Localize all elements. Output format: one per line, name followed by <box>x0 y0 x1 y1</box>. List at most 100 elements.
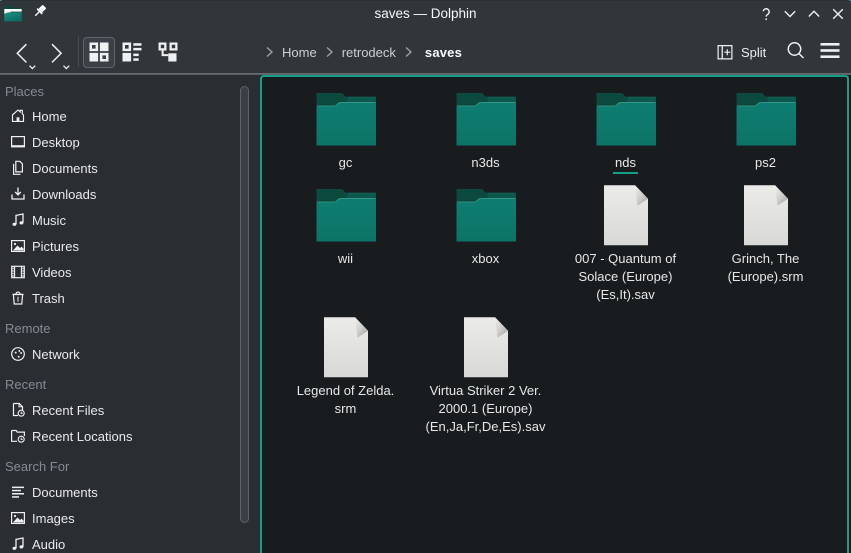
item-label: 007 - Quantum ofSolace (Europe)(Es,It).s… <box>556 250 696 304</box>
item-label-line: (En,Ja,Fr,De,Es).sav <box>416 418 556 436</box>
titlebar: saves — Dolphin <box>0 0 851 28</box>
item-label-line: gc <box>276 154 416 172</box>
documents-icon <box>10 160 26 176</box>
window-title: saves — Dolphin <box>0 0 851 28</box>
item-label-line: Virtua Striker 2 Ver. <box>416 382 556 400</box>
toolbar: Home retrodeck saves Split <box>0 28 851 73</box>
item-label: Legend of Zelda.srm <box>276 382 416 418</box>
split-button[interactable]: Split <box>717 39 766 65</box>
breadcrumb-chevron-icon <box>262 46 277 58</box>
home-icon <box>10 108 26 124</box>
folder-icon <box>734 89 798 153</box>
item-label: ps2 <box>696 154 836 172</box>
sidebar-item-label: Network <box>32 347 80 362</box>
search-button[interactable] <box>785 40 807 62</box>
search-images-icon <box>10 510 26 526</box>
trash-icon <box>10 290 26 306</box>
hamburger-menu-button[interactable] <box>820 41 840 60</box>
sidebar-section-places: Places <box>0 78 236 104</box>
sidebar-item-trash[interactable]: Trash <box>0 285 236 311</box>
tree-view-button[interactable] <box>152 37 184 68</box>
split-icon <box>717 44 733 60</box>
folder-icon <box>454 185 518 249</box>
item-label: gc <box>276 154 416 172</box>
sidebar-item-documents[interactable]: Documents <box>0 479 236 505</box>
item-label-line: ps2 <box>696 154 836 172</box>
breadcrumb: Home retrodeck saves <box>262 39 467 65</box>
sidebar-item-network[interactable]: Network <box>0 341 236 367</box>
item-label: nds <box>556 154 696 172</box>
item-label-line: Grinch, The <box>696 250 836 268</box>
sidebar-section-recent: Recent <box>0 371 236 397</box>
breadcrumb-home[interactable]: Home <box>277 45 322 60</box>
item-label-line: srm <box>276 400 416 418</box>
item-label-line: (Es,It).sav <box>556 286 696 304</box>
sidebar-item-label: Images <box>32 511 75 526</box>
sidebar-item-home[interactable]: Home <box>0 103 236 129</box>
item-label: Virtua Striker 2 Ver.2000.1 (Europe)(En,… <box>416 382 556 436</box>
folder-icon <box>594 89 658 153</box>
minimize-button[interactable] <box>782 6 798 22</box>
close-button[interactable] <box>830 6 846 22</box>
item-label-line: xbox <box>416 250 556 268</box>
item-label-line: 007 - Quantum of <box>556 250 696 268</box>
sidebar-item-downloads[interactable]: Downloads <box>0 181 236 207</box>
maximize-button[interactable] <box>806 6 822 22</box>
sidebar-section-search-for: Search For <box>0 453 236 479</box>
item-label: n3ds <box>416 154 556 172</box>
sidebar-item-label: Recent Files <box>32 403 104 418</box>
network-icon <box>10 346 26 362</box>
file-icon <box>734 185 798 249</box>
dolphin-window: saves — Dolphin <box>0 0 851 553</box>
toolbar-separator <box>78 36 79 67</box>
help-button[interactable] <box>758 6 774 22</box>
sidebar-item-label: Documents <box>32 485 98 500</box>
sidebar-item-label: Desktop <box>32 135 80 150</box>
recent-files-icon <box>10 402 26 418</box>
sidebar-item-recent-files[interactable]: Recent Files <box>0 397 236 423</box>
current-item-underline <box>613 172 638 174</box>
sidebar-item-recent-locations[interactable]: Recent Locations <box>0 423 236 449</box>
sidebar-item-videos[interactable]: Videos <box>0 259 236 285</box>
icons-view-icon <box>89 42 109 62</box>
sidebar-item-audio[interactable]: Audio <box>0 531 236 553</box>
item-label-line: (Europe).srm <box>696 268 836 286</box>
breadcrumb-chevron-icon <box>322 46 337 58</box>
sidebar-item-label: Home <box>32 109 67 124</box>
details-view-button[interactable] <box>116 37 148 68</box>
videos-icon <box>10 264 26 280</box>
sidebar-item-images[interactable]: Images <box>0 505 236 531</box>
sidebar-scrollbar[interactable] <box>240 86 249 523</box>
folder-icon <box>454 89 518 153</box>
breadcrumb-chevron-icon <box>401 46 416 58</box>
pictures-icon <box>10 238 26 254</box>
breadcrumb-current[interactable]: saves <box>416 45 467 60</box>
sidebar-item-documents[interactable]: Documents <box>0 155 236 181</box>
places-panel: PlacesHomeDesktopDocumentsDownloadsMusic… <box>0 75 260 553</box>
sidebar-item-music[interactable]: Music <box>0 207 236 233</box>
split-label: Split <box>741 45 766 60</box>
item-label-line: Legend of Zelda. <box>276 382 416 400</box>
breadcrumb-retrodeck[interactable]: retrodeck <box>337 45 401 60</box>
item-label-line: 2000.1 (Europe) <box>416 400 556 418</box>
music-icon <box>10 212 26 228</box>
folder-view: gc n3ds nds ps2 wii <box>260 75 849 553</box>
file-icon <box>454 317 518 381</box>
forward-button[interactable] <box>47 40 73 70</box>
sidebar-item-label: Recent Locations <box>32 429 132 444</box>
sidebar-item-pictures[interactable]: Pictures <box>0 233 236 259</box>
sidebar-item-label: Music <box>32 213 66 228</box>
item-label-line: nds <box>556 154 696 172</box>
recent-locations-icon <box>10 428 26 444</box>
file-icon <box>314 317 378 381</box>
downloads-icon <box>10 186 26 202</box>
item-label: wii <box>276 250 416 268</box>
sidebar-item-label: Pictures <box>32 239 79 254</box>
back-button[interactable] <box>13 40 39 70</box>
icons-view-button[interactable] <box>83 37 115 68</box>
sidebar-item-desktop[interactable]: Desktop <box>0 129 236 155</box>
sidebar-item-label: Audio <box>32 537 65 552</box>
tree-view-icon <box>158 42 178 62</box>
desktop-icon <box>10 134 26 150</box>
item-label-line: wii <box>276 250 416 268</box>
